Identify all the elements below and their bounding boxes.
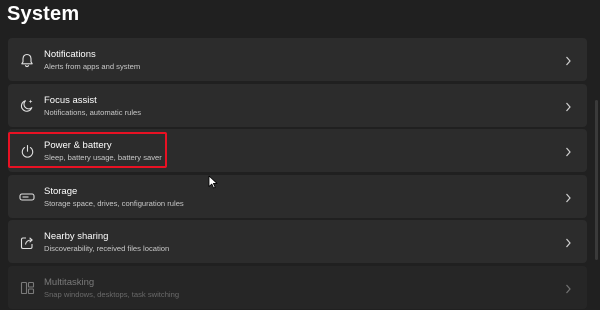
scrollbar[interactable] [595, 100, 598, 260]
settings-item-text: Multitasking Snap windows, desktops, tas… [44, 277, 179, 300]
chevron-right-icon [563, 145, 573, 157]
chevron-right-icon [563, 54, 573, 66]
settings-item-storage[interactable]: Storage Storage space, drives, configura… [8, 174, 587, 218]
settings-item-text: Notifications Alerts from apps and syste… [44, 49, 140, 72]
settings-item-subtitle: Notifications, automatic rules [44, 107, 142, 117]
settings-item-text: Storage Storage space, drives, configura… [44, 186, 184, 209]
settings-item-title: Focus assist [44, 94, 97, 106]
settings-item-text: Focus assist Notifications, automatic ru… [44, 95, 141, 118]
settings-page: System Notifications Alerts from apps an… [0, 0, 600, 310]
settings-item-text: Power & battery Sleep, battery usage, ba… [44, 140, 162, 163]
settings-item-nearby-sharing[interactable]: Nearby sharing Discoverability, received… [8, 220, 587, 264]
settings-item-title: Notifications [44, 49, 96, 60]
chevron-right-icon [563, 282, 573, 294]
mouse-cursor-icon [208, 175, 218, 189]
share-icon [19, 234, 35, 250]
settings-item-subtitle: Alerts from apps and system [44, 62, 141, 71]
settings-item-subtitle: Snap windows, desktops, task switching [44, 289, 180, 299]
storage-icon [19, 189, 35, 205]
settings-item-title: Multitasking [44, 276, 95, 288]
settings-item-notifications[interactable]: Notifications Alerts from apps and syste… [8, 38, 587, 81]
multitasking-icon [19, 280, 35, 296]
settings-item-text: Nearby sharing Discoverability, received… [44, 231, 169, 254]
focus-assist-icon [19, 98, 35, 114]
settings-item-subtitle: Storage space, drives, configuration rul… [44, 198, 184, 208]
settings-item-title: Nearby sharing [44, 231, 109, 243]
settings-item-title: Power & battery [44, 140, 112, 152]
settings-list: Notifications Alerts from apps and syste… [8, 38, 587, 310]
settings-item-focus-assist[interactable]: Focus assist Notifications, automatic ru… [8, 83, 587, 127]
settings-item-subtitle: Sleep, battery usage, battery saver [44, 153, 162, 163]
page-title: System [7, 3, 80, 25]
bell-icon [19, 52, 35, 68]
chevron-right-icon [563, 191, 573, 203]
chevron-right-icon [563, 100, 573, 112]
settings-item-multitasking[interactable]: Multitasking Snap windows, desktops, tas… [8, 265, 587, 309]
settings-item-title: Storage [44, 185, 78, 197]
settings-item-power-battery[interactable]: Power & battery Sleep, battery usage, ba… [8, 129, 587, 173]
settings-item-subtitle: Discoverability, received files location [44, 244, 170, 254]
chevron-right-icon [563, 236, 573, 248]
power-icon [19, 143, 35, 159]
